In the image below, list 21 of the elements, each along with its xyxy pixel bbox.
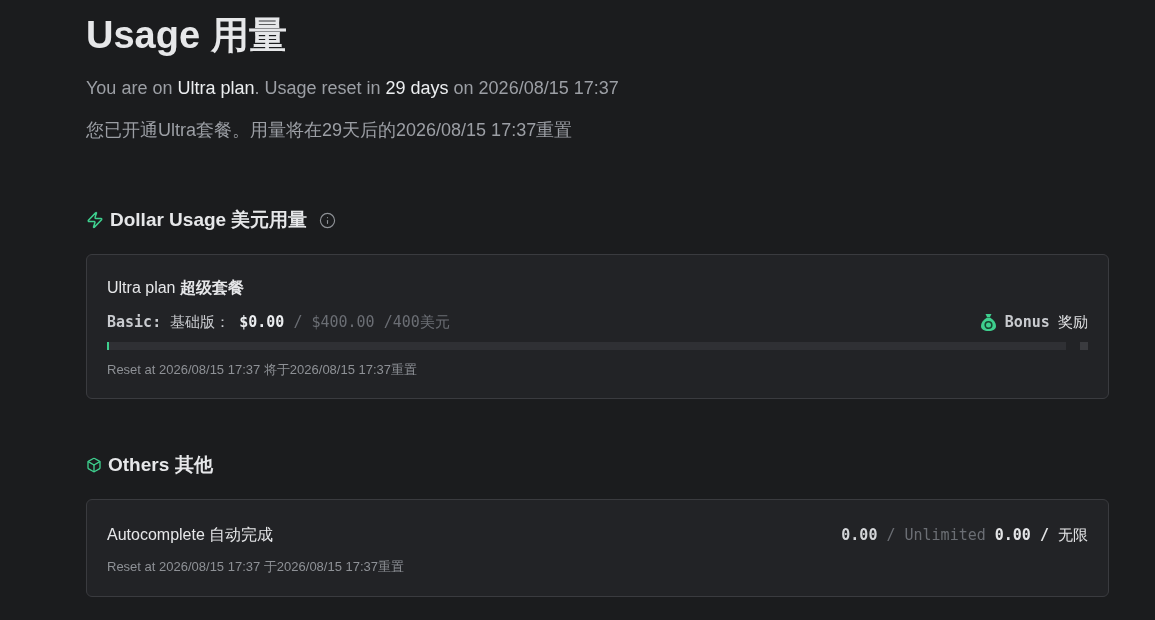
feature-name: Autocomplete 自动完成: [107, 525, 274, 545]
cube-icon: [86, 457, 102, 473]
plan-name: Ultra plan 超级套餐: [107, 278, 244, 298]
reset-text: Reset at 2026/08/15 17:37 将于2026/08/15 17:37重置: [107, 361, 418, 379]
bonus-label: Bonus 奖励: [1004, 312, 1088, 333]
page-title: Usage 用量: [86, 13, 287, 58]
bonus-track: [1080, 342, 1088, 350]
lightning-icon: [86, 211, 104, 229]
section-title: Dollar Usage 美元用量: [110, 208, 308, 232]
usage-limit: / $400.00 /400美元: [293, 312, 450, 333]
usage-amount: 0.00: [841, 525, 878, 546]
usage-extra: 0.00 / 无限: [994, 525, 1088, 546]
section-title: Others 其他: [108, 453, 213, 477]
money-bag-icon: [980, 313, 996, 331]
summary-text: 您已开通Ultra套餐。用量将在29天后的2026/08/15 17:37重置: [86, 119, 573, 142]
usage-amount: $0.00: [239, 312, 285, 333]
reset-text: Reset at 2026/08/15 17:37 于2026/08/15 17:37重置: [107, 558, 405, 576]
usage-limit: / Unlimited: [886, 525, 986, 546]
info-icon[interactable]: [319, 211, 337, 229]
tier-label: Basic: 基础版：: [107, 312, 231, 333]
summary-text: You are on Ultra plan. Usage reset in 29 days on 2026/08/15 17:37: [86, 77, 619, 100]
